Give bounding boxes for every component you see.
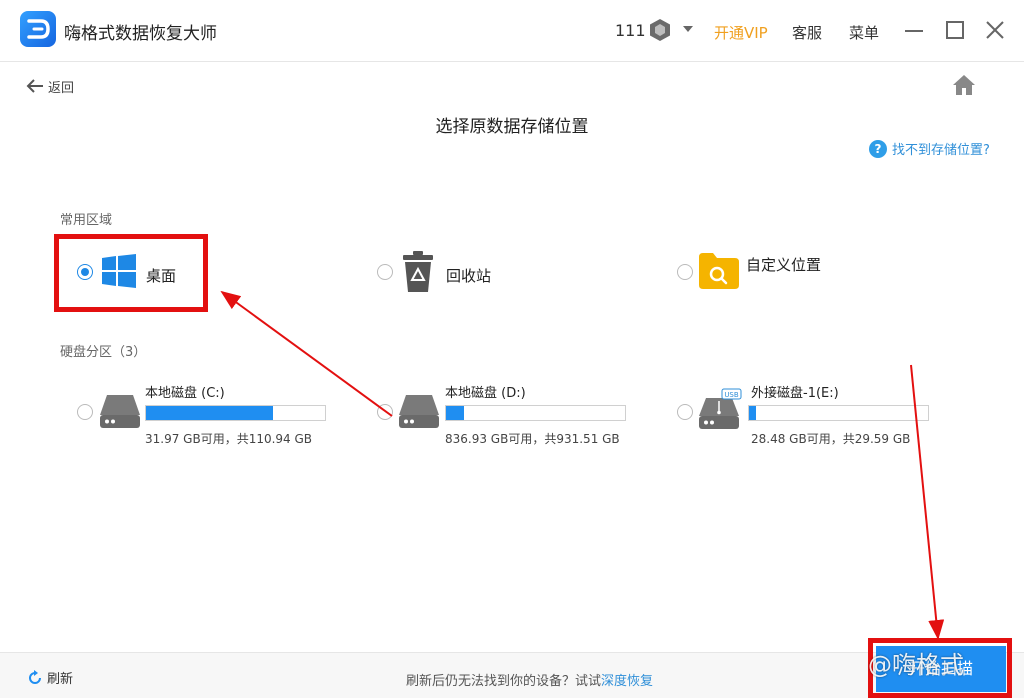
title-bar: 嗨格式数据恢复大师 111 开通VIP 客服 菜单 [0, 0, 1024, 62]
location-recycle-bin-label[interactable]: 回收站 [446, 265, 491, 286]
arrow-left-icon [26, 79, 43, 93]
drive-c-usage-bar [145, 405, 326, 421]
refresh-button[interactable]: 刷新 [27, 668, 73, 687]
footer-tip: 刷新后仍无法找到你的设备？试试深度恢复 [406, 670, 653, 689]
disk-area-label: 硬盘分区（3） [60, 345, 147, 360]
svg-text:USB: USB [724, 391, 739, 399]
annotation-arrow-desktop [220, 290, 393, 417]
user-id[interactable]: 111 [615, 21, 646, 40]
usb-drive-icon: USB [699, 388, 742, 429]
refresh-label: 刷新 [47, 672, 74, 687]
drive-d-size: 836.93 GB可用，共931.51 GB [445, 432, 620, 446]
watermark: @嗨格式 [868, 651, 964, 679]
help-label: 找不到存储位置? [892, 143, 990, 158]
back-label: 返回 [48, 80, 75, 96]
home-icon[interactable] [952, 74, 976, 96]
menu-button[interactable]: 菜单 [849, 22, 879, 43]
drive-c-size: 31.97 GB可用，共110.94 GB [145, 432, 313, 446]
footer-tip-text: 刷新后仍无法找到你的设备？试试 [406, 674, 602, 689]
drive-d-name: 本地磁盘 (D:) [445, 386, 526, 401]
deep-recovery-link[interactable]: 深度恢复 [601, 674, 653, 689]
drive-e-name: 外接磁盘-1(E:) [751, 386, 839, 401]
drive-c-usage-fill [146, 406, 274, 420]
service-button[interactable]: 客服 [792, 22, 822, 43]
help-link[interactable]: ? 找不到存储位置? [869, 139, 990, 158]
drive-e-size: 28.48 GB可用，共29.59 GB [751, 432, 911, 446]
drive-c-name: 本地磁盘 (C:) [145, 386, 225, 401]
hard-drive-icon [100, 395, 140, 428]
location-custom-label[interactable]: 自定义位置 [746, 254, 821, 275]
radio-drive-d[interactable] [377, 404, 393, 420]
chevron-down-icon[interactable] [682, 25, 694, 33]
common-area-label: 常用区域 [60, 213, 113, 228]
refresh-icon [29, 669, 41, 684]
close-icon[interactable] [985, 20, 1005, 40]
user-badge-icon[interactable] [648, 18, 672, 42]
app-logo [20, 11, 56, 47]
minimize-icon[interactable] [905, 30, 923, 32]
annotation-highlight-desktop [54, 234, 208, 312]
help-icon: ? [869, 139, 887, 158]
drive-d-usage-bar [445, 405, 626, 421]
hard-drive-icon [399, 395, 439, 428]
recycle-bin-icon [403, 251, 433, 292]
drive-e-usage-fill [749, 406, 757, 420]
app-logo-icon [27, 19, 50, 39]
drive-e-usage-bar [748, 405, 929, 421]
radio-recycle-bin[interactable] [377, 264, 393, 280]
app-title: 嗨格式数据恢复大师 [64, 24, 217, 44]
radio-drive-e[interactable] [677, 404, 693, 420]
page-title: 选择原数据存储位置 [435, 117, 589, 137]
radio-drive-c[interactable] [77, 404, 93, 420]
annotation-arrows [220, 290, 945, 640]
folder-search-icon [699, 253, 739, 289]
back-button[interactable]: 返回 [26, 76, 74, 96]
drive-d-usage-fill [446, 406, 464, 420]
maximize-icon[interactable] [946, 21, 964, 39]
radio-custom-location[interactable] [677, 264, 693, 280]
vip-button[interactable]: 开通VIP [714, 22, 768, 43]
